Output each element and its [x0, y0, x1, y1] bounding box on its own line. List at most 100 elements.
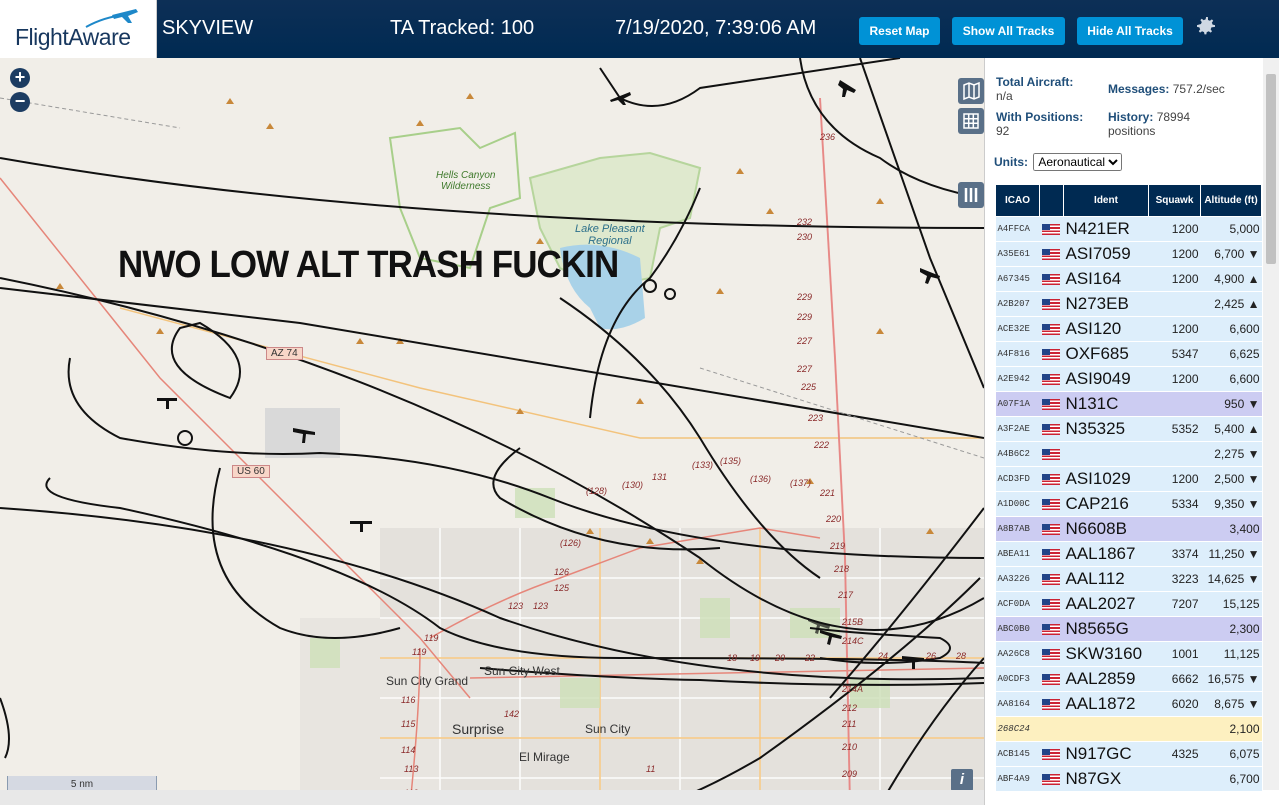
map-layers-button[interactable]: [958, 78, 984, 104]
route-marker: 11: [646, 764, 656, 774]
reset-map-button[interactable]: Reset Map: [859, 17, 940, 45]
show-all-tracks-button[interactable]: Show All Tracks: [952, 17, 1065, 45]
icao-cell: A3F2AE: [995, 416, 1040, 442]
route-marker: 123: [533, 601, 549, 611]
col-squawk[interactable]: Squawk: [1148, 184, 1201, 217]
ident-cell: ASI7059: [1063, 241, 1149, 267]
route-marker: 222: [814, 440, 830, 450]
units-select[interactable]: Aeronautical: [1033, 153, 1123, 171]
table-row[interactable]: A4FFCA N421ER 1200 5,000: [995, 216, 1262, 242]
ident-cell: N8565G: [1063, 616, 1149, 642]
flag-cell: [1039, 766, 1064, 792]
route-marker: 119: [412, 647, 427, 657]
flag-cell: [1039, 641, 1064, 667]
col-icao[interactable]: ICAO: [995, 184, 1040, 217]
altitude-cell: 6,600: [1200, 316, 1262, 342]
ident-cell: ASI9049: [1063, 366, 1149, 392]
label-el-mirage: El Mirage: [519, 750, 570, 764]
grid-toggle-button[interactable]: [958, 108, 984, 134]
col-flag[interactable]: [1039, 184, 1064, 217]
ident-cell: N421ER: [1063, 216, 1149, 242]
gear-icon[interactable]: [1194, 14, 1218, 38]
route-marker: 223: [808, 413, 824, 423]
table-row[interactable]: ABC0B0 N8565G 2,300: [995, 616, 1262, 642]
route-marker: 236: [820, 132, 836, 142]
table-row[interactable]: A8B7AB N6608B 3,400: [995, 516, 1262, 542]
route-marker: 211: [842, 719, 857, 729]
icao-cell: ABF4A9: [995, 766, 1040, 792]
table-row[interactable]: AA3226 AAL112 3223 14,625 ▼: [995, 566, 1262, 592]
table-row[interactable]: ACD3FD ASI1029 1200 2,500 ▼: [995, 466, 1262, 492]
ident-cell: ASI1029: [1063, 466, 1149, 492]
trend-icon: ▼: [1247, 497, 1260, 511]
table-row[interactable]: ABEA11 AAL1867 3374 11,250 ▼: [995, 541, 1262, 567]
map-view[interactable]: Hells Canyon Wilderness Lake Pleasant Regi…: [0, 58, 984, 805]
trend-icon: ▼: [1247, 697, 1260, 711]
altitude-cell: 5,400 ▲: [1200, 416, 1262, 442]
route-marker: 24: [878, 651, 889, 661]
table-row[interactable]: A2E942 ASI9049 1200 6,600: [995, 366, 1262, 392]
table-row[interactable]: AA26C8 SKW3160 1001 11,125: [995, 641, 1262, 667]
table-row[interactable]: A35E61 ASI7059 1200 6,700 ▼: [995, 241, 1262, 267]
table-row[interactable]: A1D00C CAP216 5334 9,350 ▼: [995, 491, 1262, 517]
squawk-cell: [1148, 291, 1201, 317]
table-row[interactable]: ACF0DA AAL2027 7207 15,125: [995, 591, 1262, 617]
table-row[interactable]: ABF4A9 N87GX 6,700: [995, 766, 1262, 792]
trend-icon: ▲: [1247, 422, 1260, 436]
route-marker: 123: [508, 601, 524, 611]
table-row[interactable]: 268C24 2,100: [995, 716, 1262, 742]
table-row[interactable]: A3F2AE N35325 5352 5,400 ▲: [995, 416, 1262, 442]
flag-cell: [1039, 741, 1064, 767]
label-sun-city-grand: Sun City Grand: [386, 674, 469, 688]
ident-cell: AAL1867: [1063, 541, 1149, 567]
hide-all-tracks-button[interactable]: Hide All Tracks: [1077, 17, 1183, 45]
col-altitude[interactable]: Altitude (ft): [1200, 184, 1262, 217]
zoom-out-button[interactable]: −: [10, 92, 30, 112]
table-row[interactable]: A4B6C2 2,275 ▼: [995, 441, 1262, 467]
altitude-cell: 6,075: [1200, 741, 1262, 767]
altitude-cell: 4,900 ▲: [1200, 266, 1262, 292]
squawk-cell: [1148, 516, 1201, 542]
flightaware-logo[interactable]: FlightAware: [0, 0, 157, 58]
table-row[interactable]: A07F1A N131C 950 ▼: [995, 391, 1262, 417]
route-marker: (133): [692, 460, 714, 470]
ident-cell: AAL2027: [1063, 591, 1149, 617]
col-ident[interactable]: Ident: [1063, 184, 1149, 217]
us-flag-icon: [1041, 399, 1060, 411]
info-icon[interactable]: i: [951, 769, 973, 791]
table-row[interactable]: A2B207 N273EB 2,425 ▲: [995, 291, 1262, 317]
ident-cell: N273EB: [1063, 291, 1149, 317]
squawk-cell: [1148, 391, 1201, 417]
columns-toggle-button[interactable]: [958, 182, 984, 208]
table-row[interactable]: A67345 ASI164 1200 4,900 ▲: [995, 266, 1262, 292]
route-marker: 20: [775, 653, 786, 663]
table-row[interactable]: ACB145 N917GC 4325 6,075: [995, 741, 1262, 767]
icao-cell: A4B6C2: [995, 441, 1040, 467]
altitude-cell: 15,125: [1200, 591, 1262, 617]
table-row[interactable]: ACE32E ASI120 1200 6,600: [995, 316, 1262, 342]
map-icon: [963, 81, 980, 101]
table-row[interactable]: A0CDF3 AAL2859 6662 16,575 ▼: [995, 666, 1262, 692]
overlay-annotation-text: NWO LOW ALT TRASH FUCKIN: [118, 244, 619, 286]
altitude-cell: 6,600: [1200, 366, 1262, 392]
ident-cell: ASI120: [1063, 316, 1149, 342]
icao-cell: ACF0DA: [995, 591, 1040, 617]
icao-cell: 268C24: [995, 716, 1040, 742]
altitude-cell: 11,125: [1200, 641, 1262, 667]
flag-cell: [1039, 566, 1064, 592]
horizontal-scrollbar[interactable]: [0, 790, 984, 805]
flag-cell: [1039, 291, 1064, 317]
flag-cell: [1039, 491, 1064, 517]
table-row[interactable]: A4F816 OXF685 5347 6,625: [995, 341, 1262, 367]
trend-icon: ▼: [1247, 547, 1260, 561]
altitude-cell: 2,500 ▼: [1200, 466, 1262, 492]
ident-cell: N35325: [1063, 416, 1149, 442]
scrollbar-thumb[interactable]: [1266, 74, 1276, 264]
route-marker: (130): [622, 480, 644, 490]
altitude-cell: 2,100: [1200, 716, 1262, 742]
altitude-cell: 5,000: [1200, 216, 1262, 242]
route-marker: 217: [838, 590, 854, 600]
us-flag-icon: [1041, 449, 1060, 461]
table-row[interactable]: AA8164 AAL1872 6020 8,675 ▼: [995, 691, 1262, 717]
zoom-in-button[interactable]: +: [10, 68, 30, 88]
